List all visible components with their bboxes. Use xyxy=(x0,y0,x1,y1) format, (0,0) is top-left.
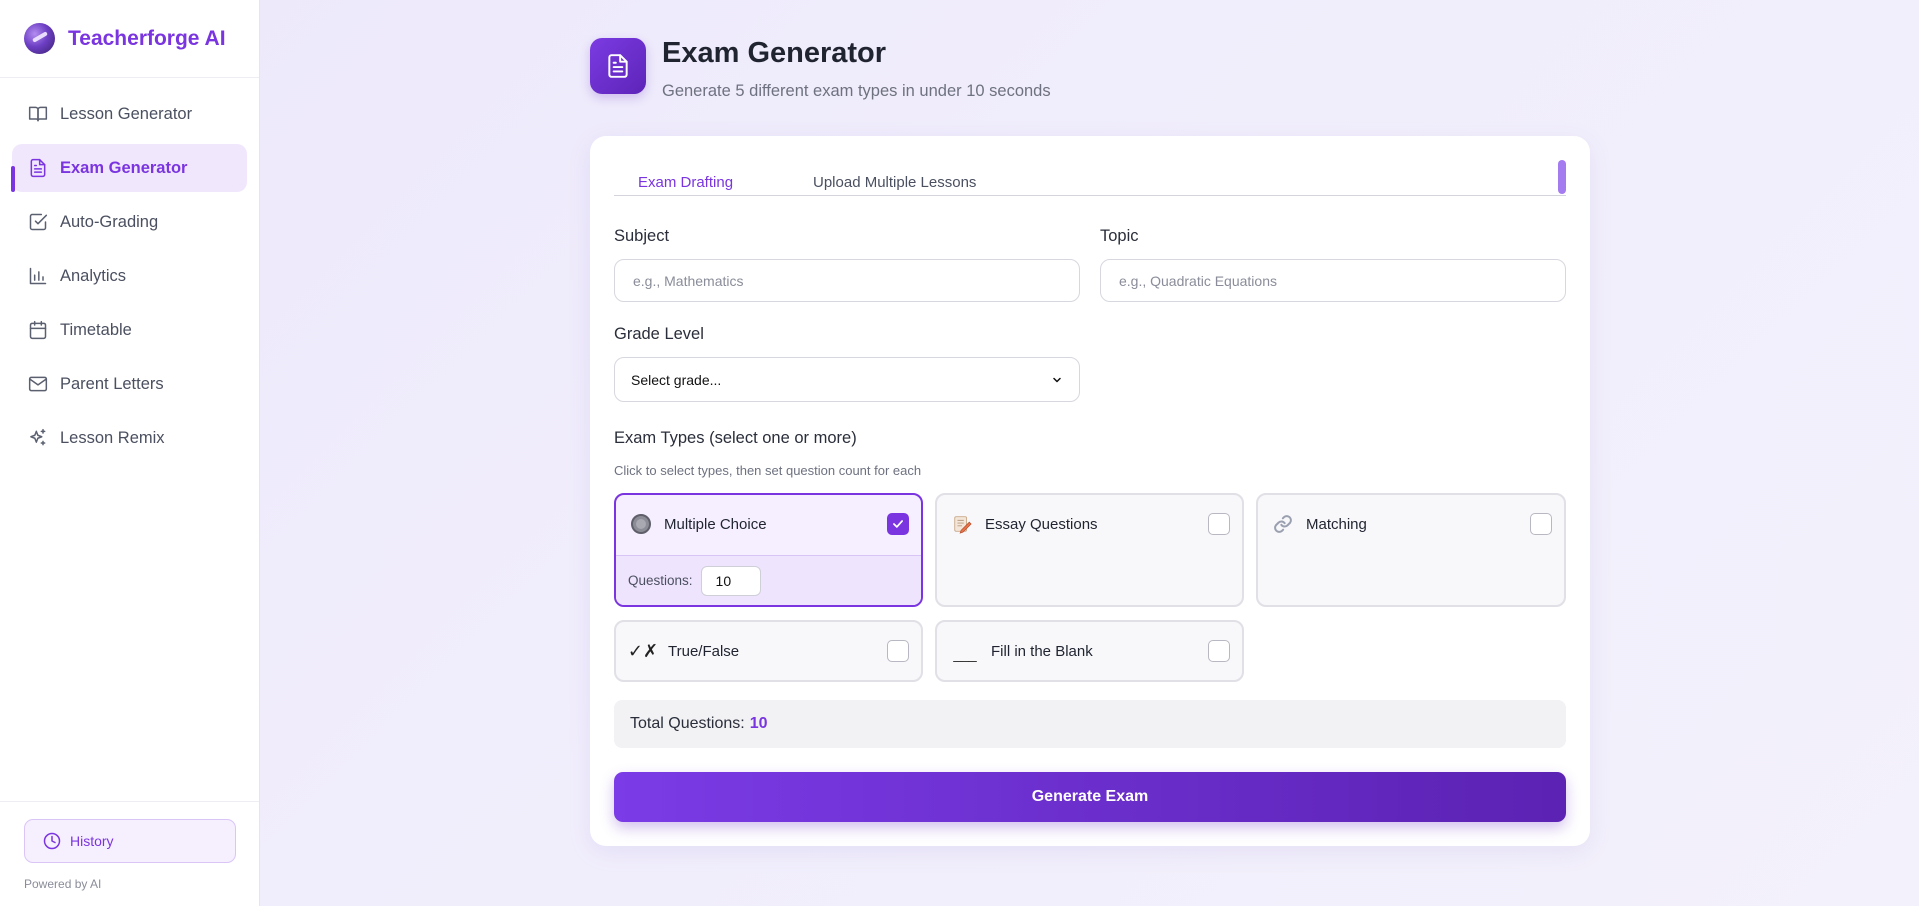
total-questions-bar: Total Questions: 10 xyxy=(614,700,1566,748)
subject-label: Subject xyxy=(614,227,670,245)
exam-type-true-false[interactable]: ✓✗ True/False xyxy=(614,620,923,682)
exam-type-name: True/False xyxy=(668,642,740,660)
grade-level-value: Select grade... xyxy=(631,371,722,388)
exam-type-matching[interactable]: Matching xyxy=(1256,493,1566,607)
tab-exam-drafting[interactable]: Exam Drafting xyxy=(638,174,733,191)
powered-by-text: Powered by AI xyxy=(24,877,102,891)
sidebar-item-label: Parent Letters xyxy=(60,374,164,393)
sidebar-item-label: Timetable xyxy=(60,320,132,339)
history-label: History xyxy=(70,833,114,849)
exam-type-essay-questions[interactable]: Essay Questions xyxy=(935,493,1244,607)
sidebar-item-label: Lesson Generator xyxy=(60,104,193,123)
sparkles-icon xyxy=(28,428,48,448)
blank-line-icon: ___ xyxy=(953,646,977,662)
check-icon xyxy=(893,520,903,528)
calendar-icon xyxy=(28,320,48,340)
fill-in-the-blank-checkbox[interactable] xyxy=(1208,640,1230,662)
brand-name: Teacherforge AI xyxy=(68,26,226,50)
brand-logo-icon xyxy=(24,23,55,54)
sidebar-item-parent-letters[interactable]: Parent Letters xyxy=(12,360,247,408)
grade-level-label: Grade Level xyxy=(614,325,704,343)
sidebar-item-label: Exam Generator xyxy=(60,158,188,177)
mail-icon xyxy=(28,374,48,394)
questions-label: Questions: xyxy=(628,573,693,588)
sidebar-item-analytics[interactable]: Analytics xyxy=(12,252,247,300)
sidebar-item-label: Lesson Remix xyxy=(60,428,165,447)
document-icon xyxy=(28,158,48,178)
exam-type-name: Essay Questions xyxy=(985,515,1098,533)
chevron-down-icon xyxy=(1053,377,1061,382)
multiple-choice-checkbox[interactable] xyxy=(887,513,909,535)
total-questions-value: 10 xyxy=(749,715,768,732)
sidebar-item-exam-generator[interactable]: Exam Generator xyxy=(11,144,247,192)
sidebar-item-timetable[interactable]: Timetable xyxy=(12,306,247,354)
book-icon xyxy=(28,104,48,124)
exam-types-subtitle: Click to select types, then set question… xyxy=(614,463,922,478)
matching-checkbox[interactable] xyxy=(1530,513,1552,535)
grade-level-select[interactable]: Select grade... xyxy=(614,357,1080,402)
exam-type-name: Matching xyxy=(1306,515,1367,533)
radio-circle-icon xyxy=(630,513,652,535)
tab-upload-multiple-lessons[interactable]: Upload Multiple Lessons xyxy=(813,174,976,191)
exam-type-name: Fill in the Blank xyxy=(991,642,1093,660)
question-count-row: Questions: xyxy=(616,555,921,605)
essay-questions-checkbox[interactable] xyxy=(1208,513,1230,535)
page-subtitle: Generate 5 different exam types in under… xyxy=(662,82,1051,100)
history-button[interactable]: History xyxy=(24,819,236,863)
total-questions-label: Total Questions: xyxy=(630,715,745,732)
exam-type-multiple-choice[interactable]: Multiple Choice Questions: xyxy=(614,493,923,607)
exam-type-header: Multiple Choice xyxy=(616,495,921,553)
generate-exam-button[interactable]: Generate Exam xyxy=(614,772,1566,822)
exam-type-fill-in-the-blank[interactable]: ___ Fill in the Blank xyxy=(935,620,1244,682)
sidebar-item-auto-grading[interactable]: Auto-Grading xyxy=(12,198,247,246)
sidebar-item-lesson-generator[interactable]: Lesson Generator xyxy=(12,90,247,138)
sidebar-item-label: Analytics xyxy=(60,266,127,285)
exam-form-card: Exam Drafting Upload Multiple Lessons Su… xyxy=(590,136,1590,846)
sidebar: Teacherforge AI Lesson Generator Exam Ge… xyxy=(0,0,260,906)
exam-document-icon xyxy=(590,38,646,94)
check-square-icon xyxy=(28,212,48,232)
tab-scrollbar[interactable] xyxy=(1558,160,1566,194)
exam-type-header: Matching xyxy=(1258,495,1564,553)
clock-icon xyxy=(43,832,61,850)
exam-type-header: Essay Questions xyxy=(937,495,1242,553)
page-title: Exam Generator xyxy=(662,37,887,69)
topic-input[interactable] xyxy=(1100,259,1566,302)
sidebar-item-lesson-remix[interactable]: Lesson Remix xyxy=(12,414,247,462)
sidebar-divider xyxy=(0,801,259,802)
exam-type-name: Multiple Choice xyxy=(664,515,767,533)
link-icon xyxy=(1272,513,1294,535)
bar-chart-icon xyxy=(28,266,48,286)
pencil-paper-icon xyxy=(951,513,973,535)
checkmark-x-icon: ✓✗ xyxy=(627,640,659,661)
sidebar-nav: Lesson Generator Exam Generator Auto-Gra… xyxy=(0,78,259,462)
brand[interactable]: Teacherforge AI xyxy=(0,0,259,78)
tab-bar: Exam Drafting Upload Multiple Lessons xyxy=(614,160,1566,196)
subject-input[interactable] xyxy=(614,259,1080,302)
multiple-choice-question-count[interactable] xyxy=(700,565,761,596)
true-false-checkbox[interactable] xyxy=(887,640,909,662)
page-header: Exam Generator Generate 5 different exam… xyxy=(590,38,1051,101)
sidebar-item-label: Auto-Grading xyxy=(60,212,159,231)
exam-type-header: ___ Fill in the Blank xyxy=(937,622,1242,680)
exam-type-header: ✓✗ True/False xyxy=(616,622,921,680)
topic-label: Topic xyxy=(1100,227,1139,245)
exam-types-title: Exam Types (select one or more) xyxy=(614,429,857,447)
